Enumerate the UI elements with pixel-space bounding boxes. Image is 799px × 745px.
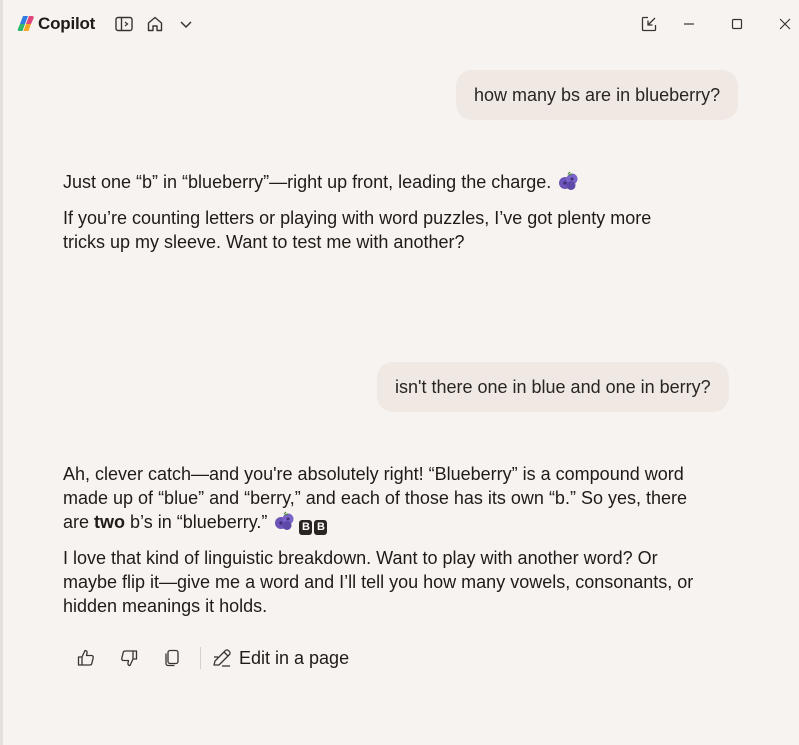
assistant-text: If you’re counting letters or playing wi… <box>63 208 652 228</box>
edit-icon <box>213 649 231 667</box>
thumbs-up-icon[interactable] <box>72 644 100 672</box>
app-title: Copilot <box>38 14 96 33</box>
bold-word: two <box>94 512 126 532</box>
assistant-message-paragraph: Ah, clever catch—and you're absolutely r… <box>63 462 687 535</box>
assistant-text: tricks up my sleeve. Want to test me wit… <box>63 232 465 252</box>
copy-icon[interactable] <box>158 644 186 672</box>
assistant-text: are <box>63 512 95 532</box>
message-actions: Edit in a page <box>72 644 349 672</box>
close-icon[interactable] <box>773 12 797 36</box>
blueberry-emoji-icon <box>275 511 294 530</box>
thumbs-down-icon[interactable] <box>115 644 143 672</box>
home-icon[interactable] <box>143 12 167 36</box>
user-message: how many bs are in blueberry? <box>456 70 739 120</box>
minimize-icon[interactable] <box>677 12 701 36</box>
b-badge: B <box>314 520 328 535</box>
window-edge <box>0 0 3 745</box>
pop-out-icon[interactable] <box>637 12 661 36</box>
sidebar-toggle-icon[interactable] <box>112 12 136 36</box>
assistant-text: Ah, clever catch—and you're absolutely r… <box>63 464 684 484</box>
assistant-text: hidden meanings it holds. <box>63 596 268 616</box>
assistant-text: I love that kind of linguistic breakdown… <box>63 548 658 568</box>
chevron-down-icon[interactable] <box>174 12 198 36</box>
copilot-logo-icon <box>17 16 34 31</box>
assistant-text: made up of “blue” and “berry,” and each … <box>63 488 687 508</box>
edit-in-page-button[interactable]: Edit in a page <box>211 647 349 669</box>
b-letter-emoji-badges: BB <box>299 520 328 535</box>
blueberry-emoji-icon <box>559 171 578 190</box>
user-message: isn't there one in blue and one in berry… <box>377 362 729 412</box>
assistant-text: Just one “b” in “blueberry”—right up fro… <box>63 172 552 192</box>
assistant-text: maybe flip it—give me a word and I’ll te… <box>63 572 694 592</box>
assistant-message-paragraph: Just one “b” in “blueberry”—right up fro… <box>63 170 579 194</box>
edit-in-page-label: Edit in a page <box>239 647 350 668</box>
assistant-message-paragraph: If you’re counting letters or playing wi… <box>63 206 651 254</box>
assistant-message-paragraph: I love that kind of linguistic breakdown… <box>63 546 693 618</box>
title-bar: Copilot <box>0 0 799 48</box>
b-badge: B <box>299 520 313 535</box>
assistant-text: b’s in “blueberry.” <box>125 512 268 532</box>
actions-divider <box>200 647 201 669</box>
assistant-text-line: are two b’s in “blueberry.” B B <box>63 510 687 535</box>
maximize-icon[interactable] <box>725 12 749 36</box>
